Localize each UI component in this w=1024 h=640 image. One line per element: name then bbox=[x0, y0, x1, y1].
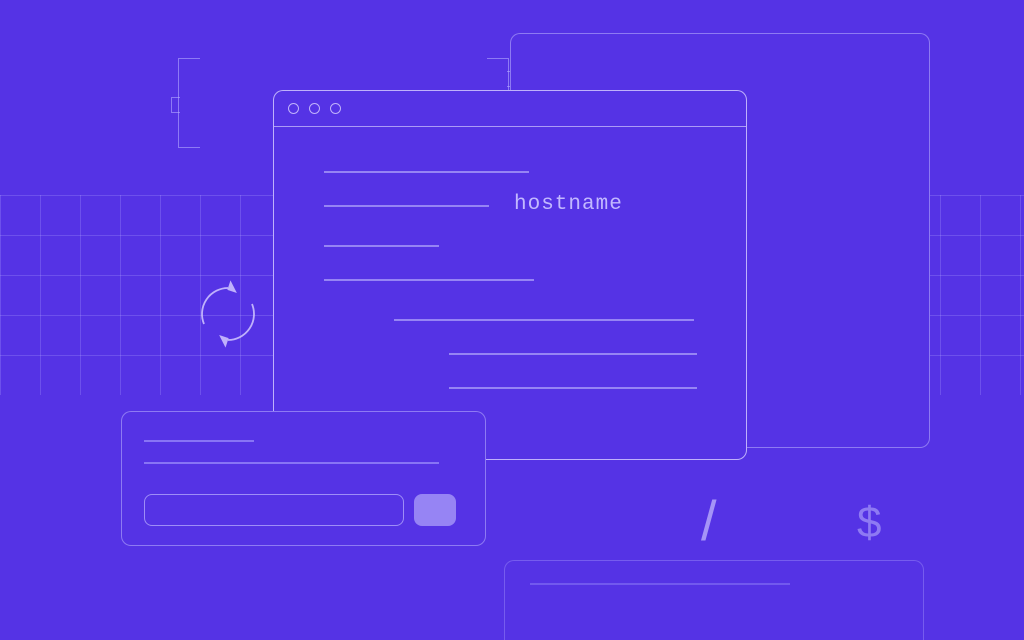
panel-text-line bbox=[530, 583, 790, 585]
code-area: hostname bbox=[274, 127, 746, 157]
left-bracket-glyph bbox=[178, 58, 200, 148]
input-field[interactable] bbox=[144, 494, 404, 526]
window-control-close[interactable] bbox=[288, 103, 299, 114]
refresh-icon bbox=[192, 278, 264, 350]
code-line bbox=[394, 319, 694, 321]
dollar-glyph: $ bbox=[857, 498, 881, 548]
code-line bbox=[324, 205, 489, 207]
form-card bbox=[121, 411, 486, 546]
code-line bbox=[324, 171, 529, 173]
slash-glyph: / bbox=[701, 488, 717, 553]
terminal-window: hostname bbox=[273, 90, 747, 460]
submit-button[interactable] bbox=[414, 494, 456, 526]
bottom-faint-panel bbox=[504, 560, 924, 640]
command-text: hostname bbox=[514, 193, 623, 216]
card-text-line bbox=[144, 440, 254, 442]
card-text-line bbox=[144, 462, 439, 464]
code-line bbox=[449, 387, 697, 389]
window-titlebar bbox=[274, 91, 746, 127]
code-line bbox=[449, 353, 697, 355]
code-line bbox=[324, 279, 534, 281]
window-control-maximize[interactable] bbox=[330, 103, 341, 114]
code-line bbox=[324, 245, 439, 247]
window-control-minimize[interactable] bbox=[309, 103, 320, 114]
